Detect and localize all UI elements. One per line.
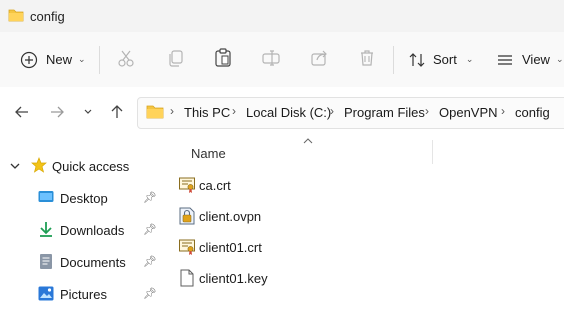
new-button-label: New xyxy=(46,52,73,67)
file-icon xyxy=(180,269,194,287)
pin-icon[interactable]: 📌︎ xyxy=(143,223,157,236)
nav-item-desktop[interactable]: Desktop 📌︎ xyxy=(0,183,170,213)
sort-button-label: Sort xyxy=(433,52,457,67)
nav-item-label: Desktop xyxy=(60,191,108,206)
breadcrumb-separator-icon: › xyxy=(425,104,429,118)
chevron-down-icon xyxy=(10,163,20,169)
nav-item-documents[interactable]: Documents 📌︎ xyxy=(0,247,170,277)
view-button[interactable]: View ⌄ xyxy=(496,32,564,87)
star-icon xyxy=(31,157,47,173)
pin-icon[interactable]: 📌︎ xyxy=(143,191,157,204)
certificate-icon xyxy=(179,177,195,193)
rename-icon[interactable] xyxy=(262,49,280,67)
file-row[interactable]: ca.crt xyxy=(176,170,564,200)
nav-item-label: Documents xyxy=(60,255,126,270)
pin-icon[interactable]: 📌︎ xyxy=(143,287,157,300)
file-row[interactable]: client.ovpn xyxy=(176,201,564,231)
nav-item-label: Downloads xyxy=(60,223,125,238)
pictures-icon xyxy=(38,286,54,301)
nav-item-label: Pictures xyxy=(60,287,107,302)
folder-icon xyxy=(146,105,164,119)
arrow-right-icon xyxy=(51,106,64,118)
file-name: client01.crt xyxy=(199,240,262,255)
paste-icon[interactable] xyxy=(214,48,232,68)
sort-ascending-icon xyxy=(303,138,313,144)
column-divider[interactable] xyxy=(432,140,433,164)
view-button-label: View xyxy=(522,52,550,67)
nav-item-label: Quick access xyxy=(52,159,130,174)
chevron-down-icon: ⌄ xyxy=(555,54,564,64)
column-header-name[interactable]: Name xyxy=(191,146,226,161)
chevron-down-icon: ⌄ xyxy=(78,54,86,64)
documents-icon xyxy=(40,254,52,269)
sort-icon xyxy=(409,52,425,67)
chevron-down-icon xyxy=(84,109,92,114)
download-icon xyxy=(40,222,52,237)
recent-locations-button[interactable] xyxy=(74,96,102,128)
breadcrumb-config[interactable]: config xyxy=(515,105,550,120)
breadcrumb-openvpn[interactable]: OpenVPN xyxy=(439,105,498,120)
plus-circle-icon xyxy=(20,51,38,68)
nav-item-quick-access[interactable]: Quick access xyxy=(0,151,170,181)
breadcrumb-this-pc[interactable]: This PC xyxy=(184,105,230,120)
forward-button[interactable] xyxy=(43,96,71,128)
cut-icon[interactable] xyxy=(117,49,135,67)
sort-button[interactable]: Sort ⌄ xyxy=(408,32,473,87)
file-name: ca.crt xyxy=(199,178,231,193)
breadcrumb-separator-icon: › xyxy=(232,104,236,118)
desktop-icon xyxy=(38,191,54,202)
file-row[interactable]: client01.crt xyxy=(176,232,564,262)
file-name: client.ovpn xyxy=(199,209,262,224)
new-button[interactable]: New ⌄ xyxy=(20,32,86,87)
arrow-left-icon xyxy=(15,106,28,118)
pin-icon[interactable]: 📌︎ xyxy=(143,255,157,268)
arrow-up-icon xyxy=(111,105,123,118)
certificate-icon xyxy=(179,239,195,255)
breadcrumb-program-files[interactable]: Program Files xyxy=(344,105,425,120)
breadcrumb-separator-icon: › xyxy=(501,104,505,118)
share-icon[interactable] xyxy=(310,49,328,67)
view-list-icon xyxy=(498,54,512,65)
ovpn-config-icon xyxy=(179,207,195,225)
file-row[interactable]: client01.key xyxy=(176,263,564,293)
chevron-down-icon: ⌄ xyxy=(465,54,474,64)
copy-icon[interactable] xyxy=(167,49,185,67)
toolbar-divider xyxy=(393,46,394,74)
breadcrumb-separator-icon: › xyxy=(170,104,174,118)
folder-icon xyxy=(8,9,24,22)
nav-item-pictures[interactable]: Pictures 📌︎ xyxy=(0,279,170,309)
delete-icon[interactable] xyxy=(358,49,376,67)
file-name: client01.key xyxy=(199,271,268,286)
nav-item-downloads[interactable]: Downloads 📌︎ xyxy=(0,215,170,245)
back-button[interactable] xyxy=(8,96,36,128)
title-bar xyxy=(0,0,564,32)
breadcrumb-separator-icon: › xyxy=(330,104,334,118)
window-title: config xyxy=(30,9,65,24)
toolbar-divider xyxy=(99,46,100,74)
up-button[interactable] xyxy=(103,96,131,128)
breadcrumb-local-disk[interactable]: Local Disk (C:) xyxy=(246,105,331,120)
